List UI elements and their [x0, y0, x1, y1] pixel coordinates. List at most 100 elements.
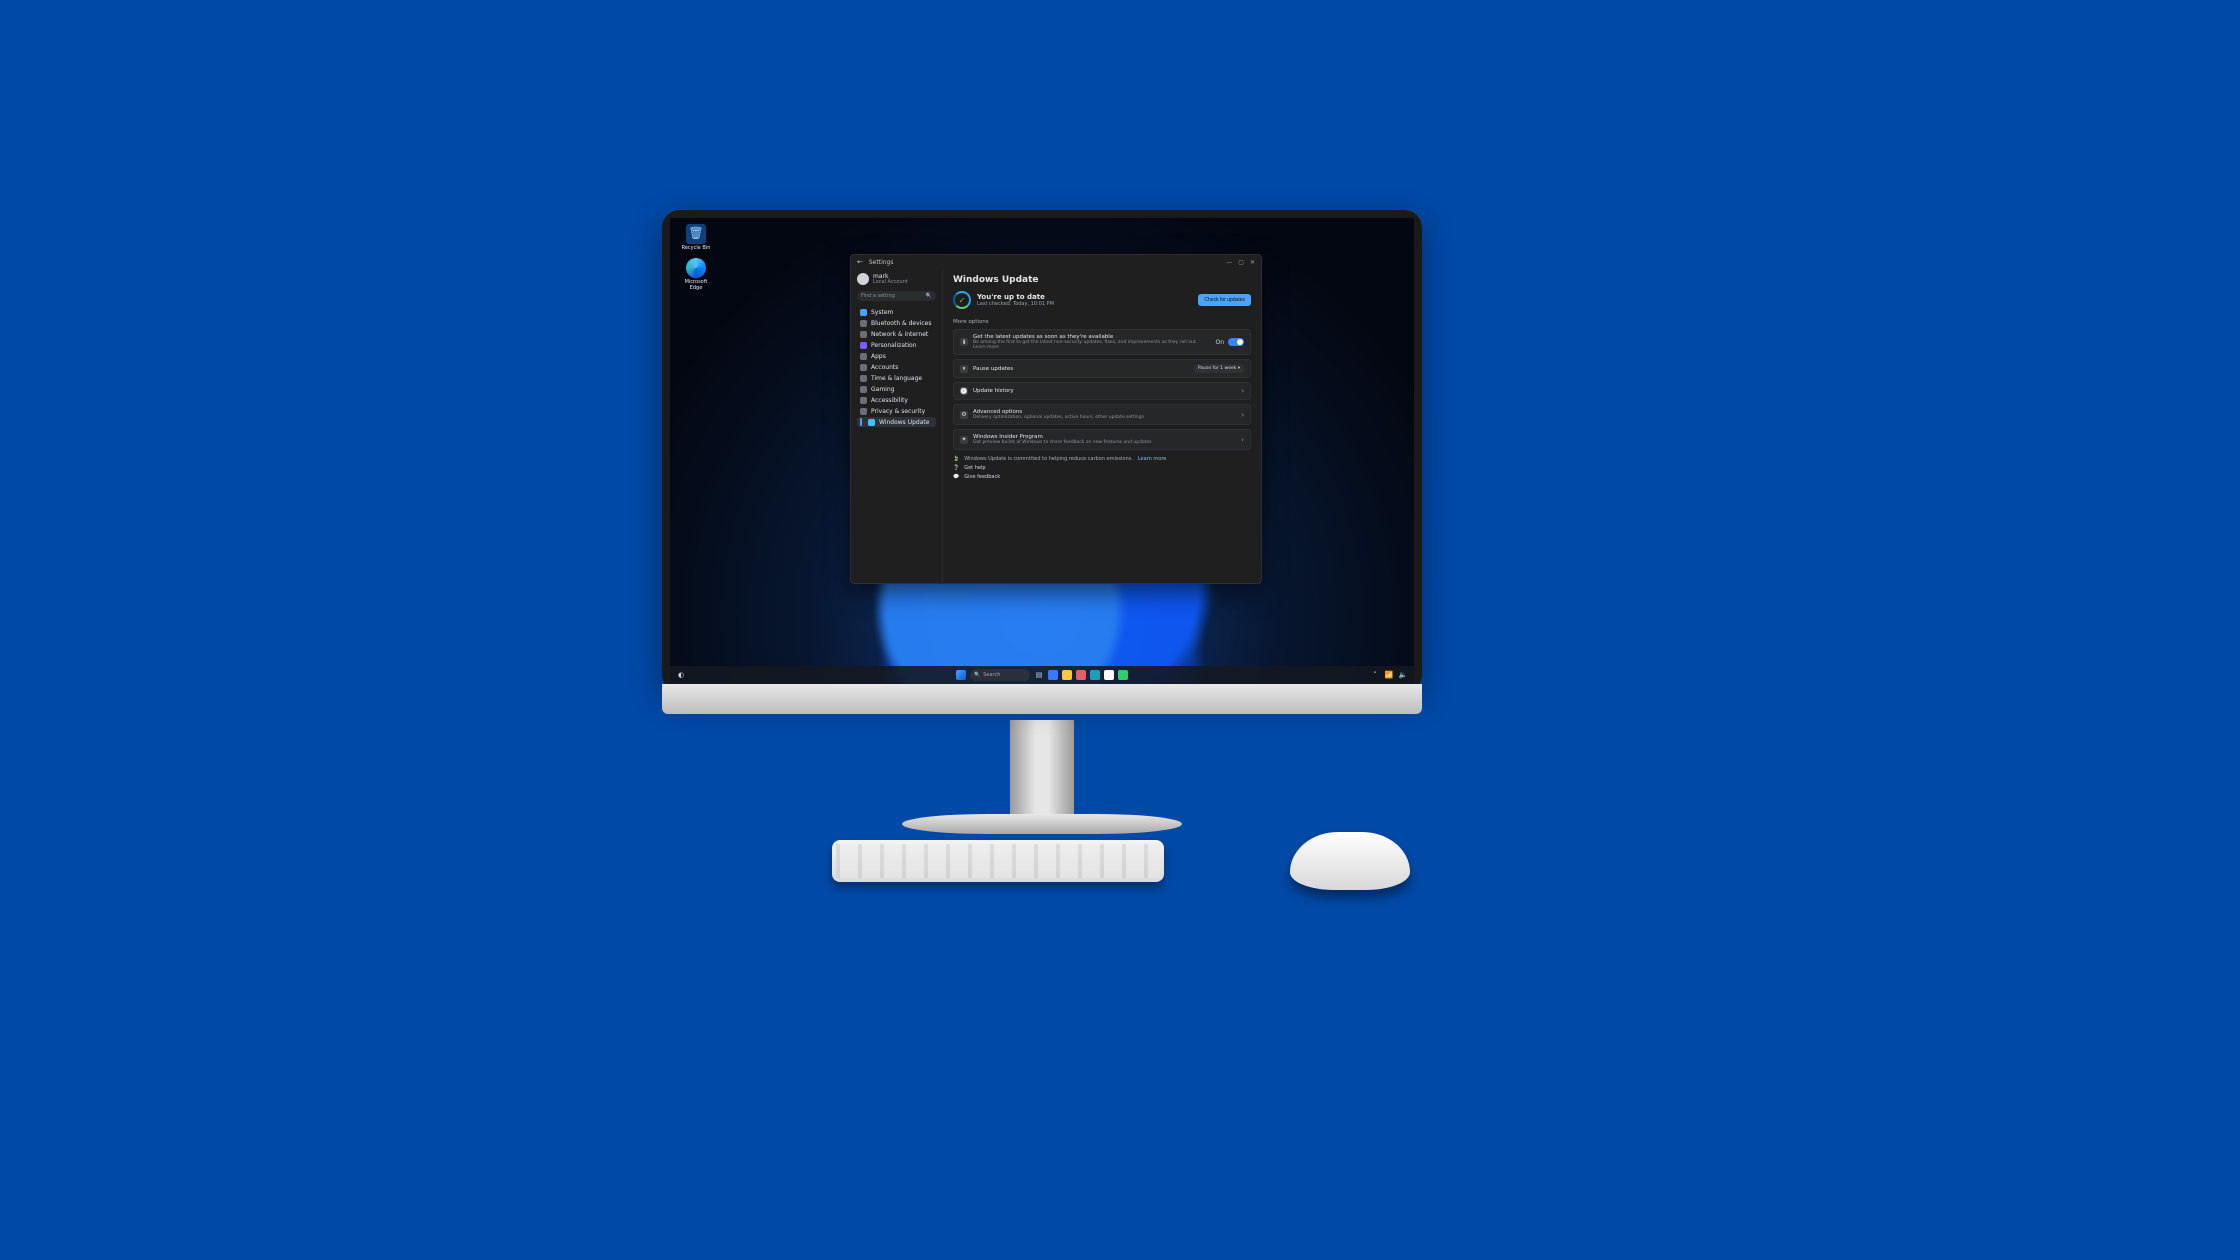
chevron-right-icon — [1241, 436, 1244, 444]
taskbar: ◐ 🔍 Search ▤ ˄ 📶 🔈 — [670, 666, 1414, 684]
taskbar-app-settings[interactable] — [1104, 670, 1114, 680]
page-title: Windows Update — [953, 275, 1251, 285]
widgets-button[interactable]: ◐ — [676, 670, 686, 680]
card-sub: Be among the first to get the latest non… — [973, 340, 1210, 350]
start-button[interactable] — [956, 670, 966, 680]
network-icon — [860, 331, 867, 338]
minimize-button[interactable]: — — [1226, 259, 1232, 266]
sidebar-item-accounts[interactable]: Accounts — [857, 362, 936, 372]
sidebar-item-label: Bluetooth & devices — [871, 320, 931, 327]
sidebar-item-accessibility[interactable]: Accessibility — [857, 395, 936, 405]
monitor: 🗑 Recycle Bin Microsoft Edge ← Settings … — [662, 210, 1422, 692]
titlebar[interactable]: ← Settings — ▢ ✕ — [851, 255, 1261, 269]
update-status-row: You're up to date Last checked: Today, 1… — [953, 291, 1251, 309]
toggle-state-label: On — [1215, 339, 1224, 346]
sidebar-item-label: Time & language — [871, 375, 922, 382]
check-for-updates-button[interactable]: Check for updates — [1198, 294, 1251, 306]
search-icon: 🔍 — [974, 672, 980, 678]
taskbar-app-misc[interactable] — [1118, 670, 1128, 680]
sidebar-item-label: Windows Update — [879, 419, 929, 426]
sidebar-item-network[interactable]: Network & internet — [857, 329, 936, 339]
task-view-button[interactable]: ▤ — [1034, 670, 1044, 680]
download-icon: ⬇ — [960, 338, 968, 346]
update-status-sub: Last checked: Today, 10:01 PM — [977, 301, 1054, 307]
system-icon — [860, 309, 867, 316]
taskbar-app-mail[interactable] — [1090, 670, 1100, 680]
taskbar-search[interactable]: 🔍 Search — [970, 669, 1030, 681]
settings-sidebar: mark Local Account Find a setting 🔍 Syst… — [851, 269, 943, 583]
accounts-icon — [860, 364, 867, 371]
card-insider-program[interactable]: ✦ Windows Insider Program Get preview bu… — [953, 429, 1251, 450]
pause-duration-label: Pause for 1 week — [1198, 366, 1236, 371]
get-help-label: Get help — [964, 465, 985, 471]
help-icon: ❔ — [953, 465, 959, 471]
profile-block[interactable]: mark Local Account — [857, 273, 936, 285]
more-options-label: More options — [953, 319, 1251, 325]
pause-duration-dropdown[interactable]: Pause for 1 week ▾ — [1194, 364, 1244, 373]
pause-icon: ⏸ — [960, 365, 968, 373]
sidebar-item-gaming[interactable]: Gaming — [857, 384, 936, 394]
sidebar-item-system[interactable]: System — [857, 307, 936, 317]
taskbar-app-store[interactable] — [1076, 670, 1086, 680]
edge-icon — [686, 258, 706, 278]
sidebar-item-label: Apps — [871, 353, 886, 360]
update-status-icon — [953, 291, 971, 309]
sidebar-item-bluetooth[interactable]: Bluetooth & devices — [857, 318, 936, 328]
window-title: Settings — [869, 259, 894, 266]
privacy-icon — [860, 408, 867, 415]
desktop-icon-edge[interactable]: Microsoft Edge — [678, 258, 714, 291]
card-get-latest[interactable]: ⬇ Get the latest updates as soon as they… — [953, 329, 1251, 355]
search-icon: 🔍 — [926, 293, 932, 299]
network-tray-icon[interactable]: 📶 — [1384, 670, 1394, 680]
gaming-icon — [860, 386, 867, 393]
profile-account-type: Local Account — [873, 280, 908, 285]
leaf-icon: 🍃 — [953, 456, 959, 462]
chevron-right-icon — [1241, 411, 1244, 419]
accessibility-icon — [860, 397, 867, 404]
sidebar-item-time-language[interactable]: Time & language — [857, 373, 936, 383]
maximize-button[interactable]: ▢ — [1238, 259, 1244, 266]
sidebar-item-label: Gaming — [871, 386, 894, 393]
settings-page: Windows Update You're up to date Last ch… — [943, 269, 1261, 583]
taskbar-app-explorer[interactable] — [1048, 670, 1058, 680]
back-button[interactable]: ← — [857, 258, 863, 266]
bluetooth-icon — [860, 320, 867, 327]
settings-search[interactable]: Find a setting 🔍 — [857, 291, 936, 301]
volume-tray-icon[interactable]: 🔈 — [1398, 670, 1408, 680]
sidebar-item-label: Accounts — [871, 364, 898, 371]
card-pause-updates[interactable]: ⏸ Pause updates Pause for 1 week ▾ — [953, 359, 1251, 378]
give-feedback-label: Give feedback — [964, 474, 1000, 480]
update-status-heading: You're up to date — [977, 293, 1054, 301]
desktop-icon-recycle-bin[interactable]: 🗑 Recycle Bin — [678, 224, 714, 252]
desktop-icon-label: Microsoft Edge — [678, 280, 714, 291]
give-feedback-link[interactable]: 💬 Give feedback — [953, 474, 1251, 480]
avatar — [857, 273, 869, 285]
settings-window: ← Settings — ▢ ✕ mark — [850, 254, 1262, 584]
card-advanced-options[interactable]: ⚙ Advanced options Delivery optimization… — [953, 404, 1251, 425]
sidebar-item-label: Privacy & security — [871, 408, 925, 415]
desktop: 🗑 Recycle Bin Microsoft Edge ← Settings … — [670, 218, 1414, 684]
sidebar-item-label: Personalization — [871, 342, 917, 349]
sidebar-item-label: System — [871, 309, 893, 316]
hardware-neck — [1010, 720, 1074, 820]
sidebar-item-apps[interactable]: Apps — [857, 351, 936, 361]
taskbar-app-edge[interactable] — [1062, 670, 1072, 680]
sidebar-item-label: Network & internet — [871, 331, 928, 338]
get-latest-toggle[interactable] — [1228, 338, 1244, 346]
update-icon — [868, 419, 875, 426]
sidebar-item-windows-update[interactable]: Windows Update — [857, 417, 936, 427]
close-button[interactable]: ✕ — [1250, 259, 1255, 266]
sidebar-item-privacy[interactable]: Privacy & security — [857, 406, 936, 416]
card-update-history[interactable]: 🕘 Update history — [953, 382, 1251, 400]
insider-icon: ✦ — [960, 436, 968, 444]
sidebar-item-personalization[interactable]: Personalization — [857, 340, 936, 350]
carbon-message: 🍃 Windows Update is committed to helping… — [953, 456, 1251, 462]
get-help-link[interactable]: ❔ Get help — [953, 465, 1251, 471]
learn-more-link[interactable]: Learn more — [1138, 456, 1167, 462]
time-icon — [860, 375, 867, 382]
card-sub: Get preview builds of Windows to share f… — [973, 440, 1236, 445]
system-tray-chevron[interactable]: ˄ — [1370, 670, 1380, 680]
taskbar-search-placeholder: Search — [983, 672, 1000, 678]
gear-icon: ⚙ — [960, 411, 968, 419]
recycle-bin-icon: 🗑 — [686, 224, 706, 244]
